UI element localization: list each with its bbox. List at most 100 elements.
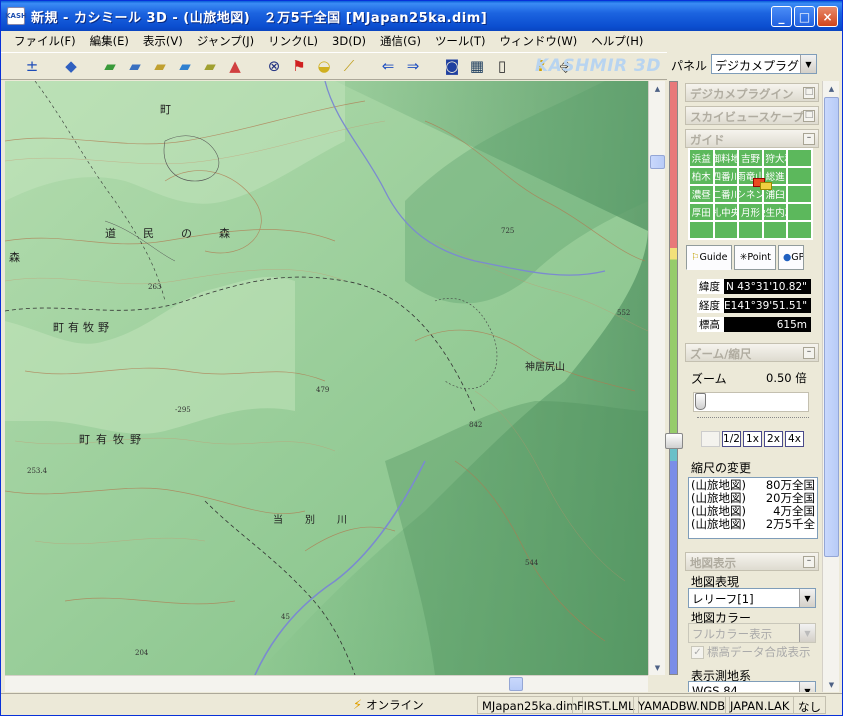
arrow-right-icon[interactable]: ⇒ <box>402 55 424 77</box>
menu-link[interactable]: リンク(L) <box>261 33 325 49</box>
camera-icon[interactable]: ◙ <box>441 55 463 77</box>
map-hscroll-thumb[interactable] <box>509 677 523 691</box>
chevron-down-icon[interactable]: ▼ <box>799 682 815 692</box>
map-view[interactable]: 町 道 民 の 森 森 町有牧野 町有牧野 神居尻山 当 別 川 479 263… <box>5 81 648 675</box>
list-item[interactable]: (山旅地図) 2万5千全 <box>691 518 815 531</box>
datum-select[interactable]: WGS 84 ▼ <box>688 681 816 692</box>
map-horizontal-scrollbar[interactable] <box>5 675 648 692</box>
map-red-icon[interactable]: ▲ <box>224 55 246 77</box>
cheese-icon[interactable]: ◒ <box>313 55 335 77</box>
section-skyview[interactable]: スカイビュースケープ □ <box>685 106 819 125</box>
maximize-button[interactable]: □ <box>794 6 815 27</box>
app-icon[interactable]: KASH <box>5 7 27 25</box>
guide-cell[interactable]: 5 狩大和 <box>762 149 788 167</box>
scroll-down-icon[interactable]: ▼ <box>824 677 839 692</box>
minimize-button[interactable]: _ <box>771 6 792 27</box>
tab-gps[interactable]: ● GPS <box>778 245 804 270</box>
tab-point[interactable]: ✳ Point <box>734 245 776 270</box>
collapse-icon[interactable]: – <box>803 556 815 568</box>
guide-cell[interactable]: 濃昼 <box>689 185 714 203</box>
expand-icon[interactable]: □ <box>803 110 815 122</box>
panel-select[interactable]: デジカメプラグイン ▼ <box>711 54 817 74</box>
map-vscroll-thumb[interactable] <box>650 155 665 169</box>
chevron-down-icon[interactable]: ▼ <box>799 589 815 607</box>
elevation-color-bar[interactable] <box>669 81 678 675</box>
map-canvas[interactable] <box>5 81 648 675</box>
guide-cell[interactable] <box>787 149 812 167</box>
map-tile-icon[interactable]: ▰ <box>199 55 221 77</box>
elevation-composite-row[interactable]: ✓ 標高データ合成表示 <box>691 644 811 660</box>
zoom-2x-button[interactable]: 2x <box>764 431 783 447</box>
zoom-4x-button[interactable]: 4x <box>785 431 804 447</box>
guide-cell[interactable]: 御料地 <box>713 149 739 167</box>
map-blue-icon[interactable]: ▰ <box>174 55 196 77</box>
section-mapview[interactable]: 地図表示 – <box>685 552 819 571</box>
expand-icon[interactable]: □ <box>803 87 815 99</box>
flags-icon[interactable]: ⚑ <box>288 55 310 77</box>
guide-cell[interactable]: 晩生内次 <box>762 203 788 221</box>
zoom-search-icon[interactable]: ± <box>21 55 43 77</box>
side-scroll-thumb[interactable] <box>824 97 839 557</box>
scroll-up-icon[interactable]: ▲ <box>650 81 665 96</box>
guide-cell[interactable] <box>787 185 812 203</box>
guide-cell[interactable] <box>787 167 812 185</box>
guide-cell[interactable]: 月形 <box>738 203 763 221</box>
collapse-icon[interactable]: – <box>803 133 815 145</box>
arrow-left-icon[interactable]: ⇐ <box>377 55 399 77</box>
zoom-1x-button[interactable]: 1x <box>743 431 762 447</box>
guide-cell[interactable]: 二番川 <box>713 185 739 203</box>
menu-view[interactable]: 表示(V) <box>136 33 190 49</box>
close-button[interactable]: × <box>817 6 838 27</box>
scale-list[interactable]: (山旅地図) 80万全国 (山旅地図) 20万全国 (山旅地図) 4万全国 (山旅地図… <box>688 477 818 539</box>
zoom-blank-button[interactable] <box>701 431 720 447</box>
title-bar[interactable]: KASH 新規 - カシミール 3D - (山旅地図) ２万5千全国 [MJap… <box>1 1 842 31</box>
scroll-up-icon[interactable]: ▲ <box>824 81 839 96</box>
menu-window[interactable]: ウィンドウ(W) <box>492 33 584 49</box>
guide-cell[interactable] <box>787 221 812 239</box>
gps-icon[interactable]: ▯ <box>491 55 513 77</box>
menu-file[interactable]: ファイル(F) <box>7 33 83 49</box>
menu-jump[interactable]: ジャンプ(J) <box>190 33 261 49</box>
guide-cell[interactable] <box>762 221 788 239</box>
menu-edit[interactable]: 編集(E) <box>83 33 136 49</box>
binoculars-icon[interactable]: ⊗ <box>263 55 285 77</box>
map-expression-select[interactable]: レリーフ[1] ▼ <box>688 588 816 608</box>
menu-help[interactable]: ヘルプ(H) <box>584 33 650 49</box>
elevation-slider-thumb[interactable] <box>665 433 683 449</box>
guide-cell[interactable] <box>689 221 714 239</box>
guide-cell[interactable] <box>738 221 763 239</box>
guide-cell[interactable]: 厚田 <box>689 203 714 221</box>
zoom-slider-thumb[interactable] <box>695 393 706 410</box>
chevron-down-icon[interactable]: ▼ <box>799 624 815 642</box>
menu-tools[interactable]: ツール(T) <box>428 33 493 49</box>
guide-cell[interactable]: 四番川 <box>713 167 739 185</box>
map-vertical-scrollbar[interactable]: ▲ ▼ <box>648 81 665 675</box>
tab-guide[interactable]: ⚐ Guide <box>686 245 733 270</box>
chevron-down-icon[interactable]: ▼ <box>800 55 816 73</box>
section-zoom[interactable]: ズーム/縮尺 – <box>685 343 819 362</box>
map-color-select[interactable]: フルカラー表示 ▼ <box>688 623 816 643</box>
film-icon[interactable]: ▦ <box>466 55 488 77</box>
menu-3d[interactable]: 3D(D) <box>325 34 373 48</box>
ruler-icon[interactable]: ⟋ <box>338 55 360 77</box>
online-status[interactable]: ⚡ オンライン <box>353 697 424 713</box>
guide-cell[interactable]: 浜益 <box>689 149 714 167</box>
map-yellow-icon[interactable]: ▰ <box>149 55 171 77</box>
side-panel-scrollbar[interactable]: ▲ ▼ <box>822 81 839 692</box>
map-green-icon[interactable]: ▰ <box>99 55 121 77</box>
zoom-half-button[interactable]: 1/2 <box>722 431 741 447</box>
scroll-down-icon[interactable]: ▼ <box>650 660 665 675</box>
elevation-composite-checkbox[interactable]: ✓ <box>691 645 704 659</box>
guide-cell[interactable]: 柏木 <box>689 167 714 185</box>
zoom-slider[interactable] <box>693 392 809 412</box>
map-relief-icon[interactable]: ▰ <box>124 55 146 77</box>
guide-cell[interactable] <box>713 221 739 239</box>
collapse-icon[interactable]: – <box>803 347 815 359</box>
guide-cell[interactable] <box>787 203 812 221</box>
guide-map-grid[interactable]: 浜益 御料地 吉野 5 狩大和 柏木 四番川 雨竜山 総進 濃昼 二番川 シネン… <box>688 148 813 240</box>
section-digicam[interactable]: デジカメプラグイン □ <box>685 83 819 102</box>
menu-comm[interactable]: 通信(G) <box>373 33 428 49</box>
guide-cell[interactable]: 札中央 <box>713 203 739 221</box>
layer-icon[interactable]: ◆ <box>60 55 82 77</box>
guide-cell[interactable]: 吉野 <box>738 149 763 167</box>
